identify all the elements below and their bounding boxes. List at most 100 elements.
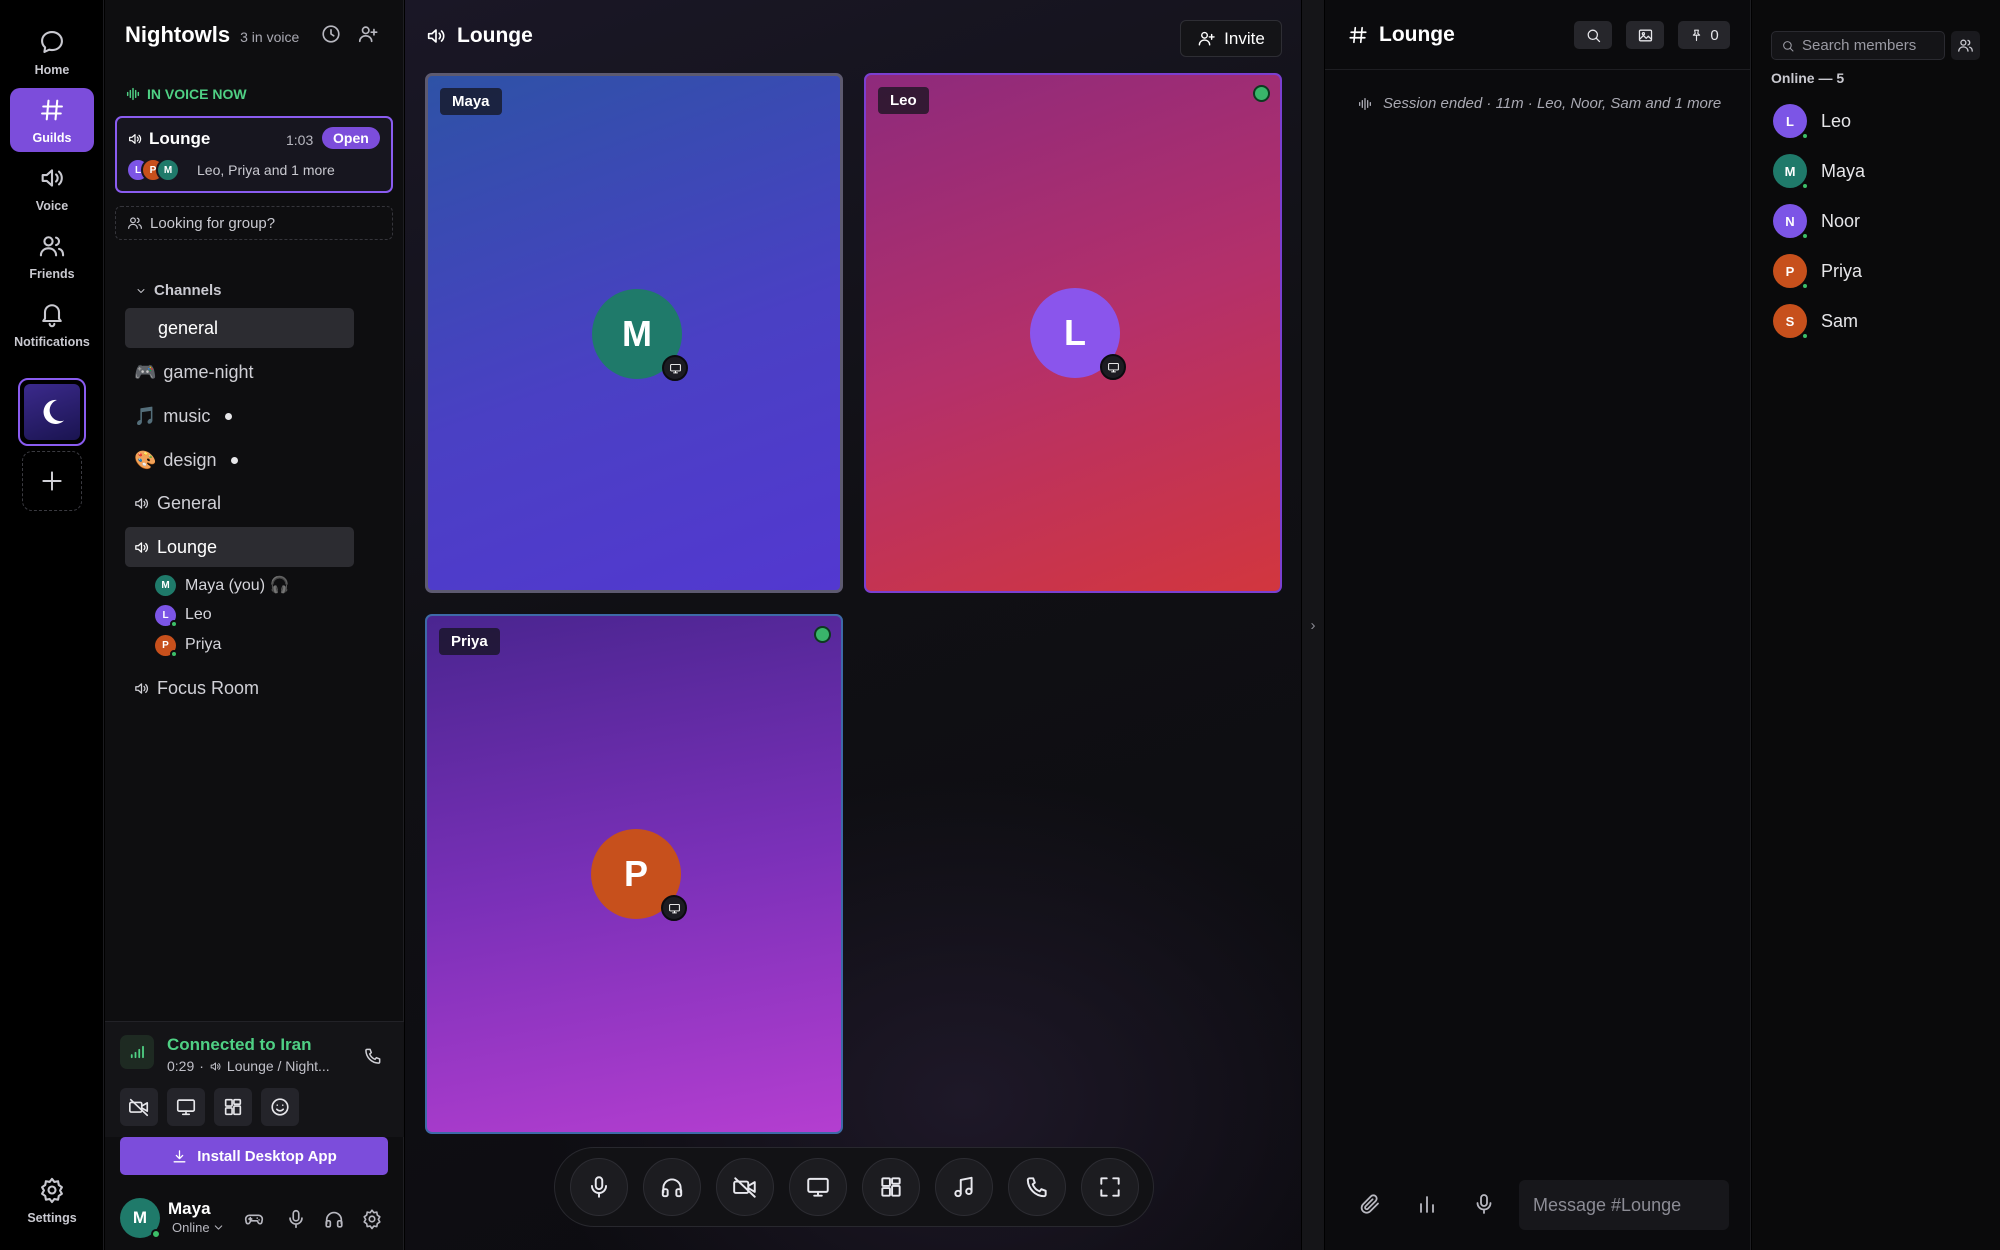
camera-button[interactable] (715, 1158, 774, 1216)
camera-toggle-button[interactable] (120, 1088, 158, 1126)
session-ended-notice: Session ended · 11m · Leo, Noor, Sam and… (1357, 95, 1721, 112)
voice-card[interactable]: Lounge 1:03 Open L P M Leo, Priya and 1 … (115, 116, 393, 193)
user-settings-button[interactable] (361, 1208, 383, 1230)
screen-share-button[interactable] (167, 1088, 205, 1126)
invite-label: Invite (1224, 28, 1265, 48)
guild-name[interactable]: Nightowls (125, 22, 230, 48)
headphones-button[interactable] (642, 1158, 701, 1216)
avatar: M (1773, 154, 1809, 190)
microphone-icon (1476, 1194, 1492, 1214)
connection-location: Lounge / Night... (226, 1058, 330, 1074)
online-status-dot (1801, 282, 1809, 290)
message-input[interactable]: Message #Lounge (1519, 1180, 1729, 1230)
disconnect-button[interactable] (363, 1046, 383, 1066)
in-voice-now-label: IN VOICE NOW (147, 86, 247, 102)
guild-nightowls[interactable] (18, 378, 86, 446)
tile-name-label: Priya (439, 628, 500, 655)
tile-avatar: L (1030, 288, 1126, 380)
lfg-button[interactable]: Looking for group? (115, 206, 393, 240)
channel-design[interactable]: 🎨 design (125, 440, 354, 480)
microphone-button[interactable] (569, 1158, 628, 1216)
rail-settings[interactable]: Settings (10, 1168, 94, 1232)
share-screen-button[interactable] (788, 1158, 847, 1216)
member-noor[interactable]: N Noor (1773, 203, 1861, 240)
fullscreen-button[interactable] (1080, 1158, 1139, 1216)
rail-home[interactable]: Home (10, 20, 94, 84)
online-status-dot (1801, 232, 1809, 240)
video-tile-maya[interactable]: Maya M (425, 73, 843, 593)
member-maya[interactable]: M Maya (1773, 153, 1865, 190)
rail-notifications-label: Notifications (14, 334, 90, 349)
channel-name: game-night (163, 361, 254, 382)
music-note-emoji-icon: 🎵 (134, 405, 157, 426)
tile-avatar: P (591, 829, 687, 921)
rail-friends[interactable]: Friends (10, 224, 94, 288)
invite-button[interactable]: Invite (1180, 20, 1282, 57)
hash-icon (1349, 26, 1367, 44)
rail-voice-label: Voice (35, 198, 69, 213)
activities-button[interactable] (214, 1088, 252, 1126)
music-button[interactable] (934, 1158, 993, 1216)
voice-user-maya[interactable]: M Maya (you) 🎧 (155, 572, 289, 598)
voice-channel-lounge[interactable]: Lounge (125, 527, 354, 567)
activities-control-button[interactable] (861, 1158, 920, 1216)
channel-name: Focus Room (157, 677, 260, 698)
user-status-selector[interactable]: Online (172, 1220, 225, 1235)
voice-channel-general[interactable]: General (125, 483, 354, 523)
lfg-label: Looking for group? (150, 214, 276, 232)
video-tile-leo[interactable]: Leo L (864, 73, 1282, 593)
mute-button[interactable] (285, 1208, 307, 1230)
channels-section-header[interactable]: Channels (135, 282, 222, 299)
attach-button[interactable] (1358, 1192, 1382, 1216)
game-activity-button[interactable] (243, 1208, 265, 1230)
channel-music[interactable]: 🎵 music (125, 396, 354, 436)
invite-people-button[interactable] (357, 23, 379, 45)
rail-guilds-label: Guilds (32, 130, 72, 145)
avatar: M (155, 574, 176, 596)
voice-user-leo[interactable]: L Leo (155, 602, 212, 628)
member-leo[interactable]: L Leo (1773, 103, 1851, 140)
voice-user-name: Priya (185, 636, 222, 653)
user-avatar[interactable]: M (120, 1198, 161, 1239)
soundboard-button[interactable] (261, 1088, 299, 1126)
hash-icon (41, 99, 63, 120)
history-button[interactable] (320, 23, 342, 45)
deafen-button[interactable] (323, 1208, 345, 1230)
voice-card-avatars: L P M (126, 158, 180, 182)
moon-icon (43, 399, 65, 424)
voice-channel-focus-room[interactable]: Focus Room (125, 668, 354, 708)
screen-share-badge (661, 895, 687, 921)
voice-message-button[interactable] (1472, 1192, 1496, 1216)
voice-user-name: Maya (you) 🎧 (185, 577, 290, 594)
leave-call-button[interactable] (1007, 1158, 1066, 1216)
video-tile-priya[interactable]: Priya P (425, 614, 843, 1134)
member-search-input[interactable]: Search members (1771, 31, 1945, 60)
rail-settings-label: Settings (27, 1210, 77, 1225)
panel-splitter[interactable]: › (1302, 0, 1324, 1250)
rail-guilds[interactable]: Guilds (10, 88, 94, 152)
search-icon (1783, 40, 1794, 51)
voice-card-members: Leo, Priya and 1 more (197, 162, 335, 178)
pins-button[interactable]: 0 (1678, 21, 1730, 49)
avatar: P (1773, 254, 1809, 290)
members-toggle-button[interactable] (1951, 31, 1980, 60)
poll-button[interactable] (1415, 1192, 1439, 1216)
connection-details: 0:29 · Lounge / Night... (167, 1058, 330, 1074)
member-priya[interactable]: P Priya (1773, 253, 1862, 290)
voice-card-open-button[interactable]: Open (322, 127, 380, 149)
channel-game-night[interactable]: 🎮 game-night (125, 352, 354, 392)
call-control-bar (554, 1147, 1154, 1227)
add-guild-button[interactable] (22, 451, 82, 511)
speaking-indicator (1253, 85, 1270, 102)
media-gallery-button[interactable] (1626, 21, 1664, 49)
speaker-icon (129, 134, 142, 144)
rail-notifications[interactable]: Notifications (10, 292, 94, 356)
grid-icon (880, 1177, 901, 1197)
install-desktop-app-button[interactable]: Install Desktop App (120, 1137, 388, 1175)
member-name: Noor (1821, 210, 1861, 231)
member-sam[interactable]: S Sam (1773, 303, 1858, 340)
rail-voice[interactable]: Voice (10, 156, 94, 220)
voice-user-priya[interactable]: P Priya (155, 632, 221, 658)
channel-general[interactable]: general (125, 308, 354, 348)
chat-search-button[interactable] (1574, 21, 1612, 49)
